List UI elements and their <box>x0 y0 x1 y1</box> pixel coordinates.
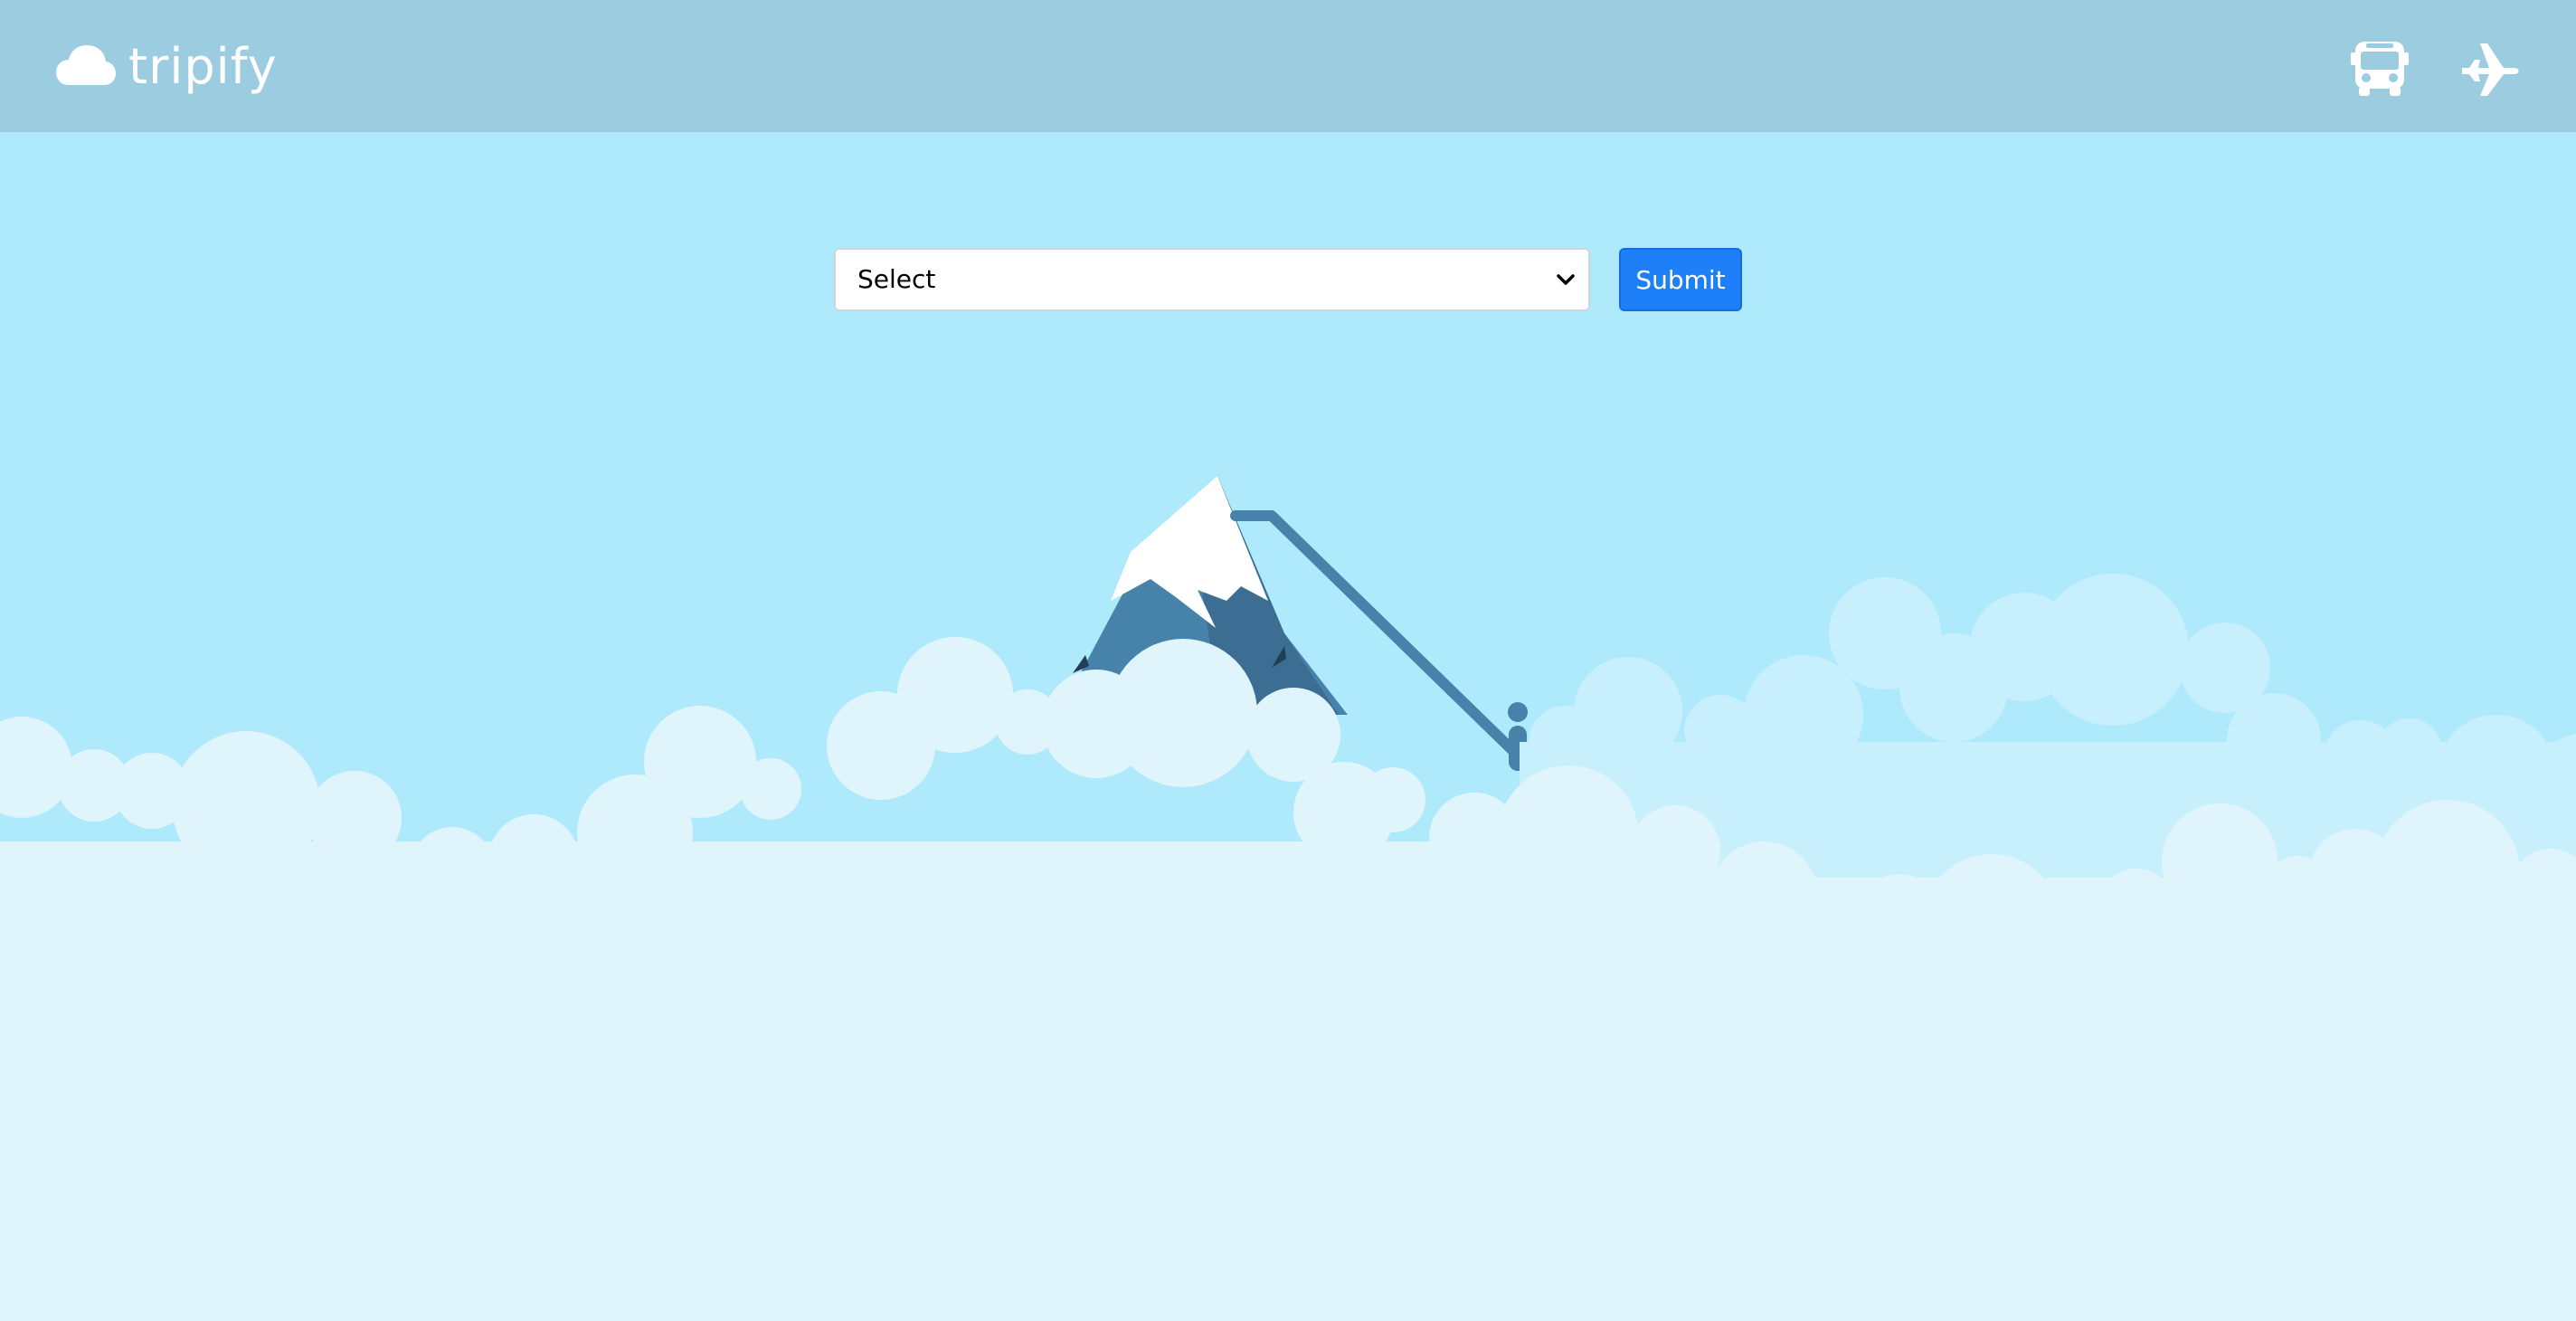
search-form: Select Submit <box>834 248 1742 313</box>
destination-select[interactable]: Select <box>834 248 1590 311</box>
cloud-icon <box>56 45 116 85</box>
brand-logo-link[interactable]: tripify <box>56 34 278 98</box>
bus-icon[interactable] <box>2348 36 2411 100</box>
top-navbar: tripify <box>0 0 2576 132</box>
submit-button[interactable]: Submit <box>1619 248 1742 311</box>
mountain-cloud-illustration <box>0 476 2576 1321</box>
brand-name: tripify <box>128 37 278 95</box>
plane-icon[interactable] <box>2458 36 2522 100</box>
front-clouds <box>0 637 2576 1321</box>
select-wrapper: Select <box>834 248 1590 311</box>
